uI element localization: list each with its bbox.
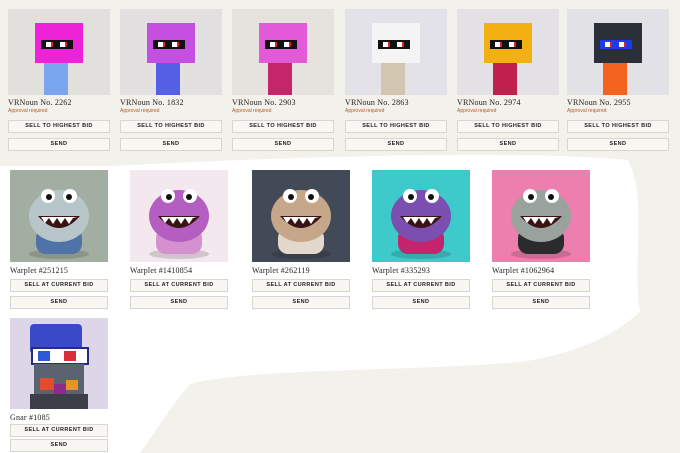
nft-name: Warplet #1410854 — [130, 266, 193, 275]
send-button[interactable]: SEND — [10, 296, 108, 309]
nft-card: Warplet #1062964 SELL AT CURRENT BID SEND — [492, 170, 590, 309]
sell-to-highest-bid-button[interactable]: SELL TO HIGHEST BID — [457, 120, 559, 133]
nft-name: VRNoun No. 1832 — [120, 98, 184, 107]
nft-name: VRNoun No. 2974 — [457, 98, 521, 107]
sell-to-highest-bid-button[interactable]: SELL TO HIGHEST BID — [120, 120, 222, 133]
nft-card: VRNoun No. 2974 Approval required SELL TO … — [457, 9, 559, 151]
sell-at-current-bid-button[interactable]: SELL AT CURRENT BID — [10, 424, 108, 437]
send-button[interactable]: SEND — [372, 296, 470, 309]
send-button[interactable]: SEND — [232, 138, 334, 151]
send-button[interactable]: SEND — [130, 296, 228, 309]
nft-name: VRNoun No. 2903 — [232, 98, 296, 107]
sell-at-current-bid-button[interactable]: SELL AT CURRENT BID — [252, 279, 350, 292]
nft-thumbnail[interactable] — [372, 170, 470, 262]
nft-card: Warplet #251215 SELL AT CURRENT BID SEND — [10, 170, 108, 309]
approval-status: Approval required — [120, 108, 160, 114]
nft-card: VRNoun No. 2903 Approval required SELL TO … — [232, 9, 334, 151]
approval-status: Approval required — [232, 108, 272, 114]
sell-at-current-bid-button[interactable]: SELL AT CURRENT BID — [130, 279, 228, 292]
sell-at-current-bid-button[interactable]: SELL AT CURRENT BID — [492, 279, 590, 292]
send-button[interactable]: SEND — [345, 138, 447, 151]
nft-name: VRNoun No. 2955 — [567, 98, 631, 107]
sell-to-highest-bid-button[interactable]: SELL TO HIGHEST BID — [345, 120, 447, 133]
approval-status: Approval required — [457, 108, 497, 114]
nft-card: Warplet #262119 SELL AT CURRENT BID SEND — [252, 170, 350, 309]
sell-at-current-bid-button[interactable]: SELL AT CURRENT BID — [372, 279, 470, 292]
nft-name: VRNoun No. 2863 — [345, 98, 409, 107]
nft-thumbnail[interactable] — [492, 170, 590, 262]
nft-name: Gnar #1085 — [10, 413, 50, 422]
nft-thumbnail[interactable] — [8, 9, 110, 95]
nft-name: Warplet #1062964 — [492, 266, 555, 275]
approval-status: Approval required — [567, 108, 607, 114]
nft-name: Warplet #262119 — [252, 266, 310, 275]
nft-thumbnail[interactable] — [10, 170, 108, 262]
nft-card: VRNoun No. 2955 Approval required SELL TO … — [567, 9, 669, 151]
nft-name: Warplet #251215 — [10, 266, 69, 275]
approval-status: Approval required — [345, 108, 385, 114]
nft-card: VRNoun No. 1832 Approval required SELL TO … — [120, 9, 222, 151]
approval-status: Approval required — [8, 108, 48, 114]
sell-to-highest-bid-button[interactable]: SELL TO HIGHEST BID — [232, 120, 334, 133]
nft-thumbnail[interactable] — [120, 9, 222, 95]
send-button[interactable]: SEND — [120, 138, 222, 151]
send-button[interactable]: SEND — [457, 138, 559, 151]
sell-at-current-bid-button[interactable]: SELL AT CURRENT BID — [10, 279, 108, 292]
nft-card: VRNoun No. 2863 Approval required SELL TO … — [345, 9, 447, 151]
nft-card: Warplet #335293 SELL AT CURRENT BID SEND — [372, 170, 470, 309]
nft-name: Warplet #335293 — [372, 266, 431, 275]
nft-thumbnail[interactable] — [252, 170, 350, 262]
nft-card: Gnar #1085 SELL AT CURRENT BID SEND — [10, 318, 108, 452]
send-button[interactable]: SEND — [252, 296, 350, 309]
send-button[interactable]: SEND — [492, 296, 590, 309]
sell-to-highest-bid-button[interactable]: SELL TO HIGHEST BID — [8, 120, 110, 133]
send-button[interactable]: SEND — [567, 138, 669, 151]
nft-thumbnail[interactable] — [567, 9, 669, 95]
nft-thumbnail[interactable] — [232, 9, 334, 95]
nft-card: Warplet #1410854 SELL AT CURRENT BID SEND — [130, 170, 228, 309]
nft-card: VRNoun No. 2262 Approval required SELL TO … — [8, 9, 110, 151]
send-button[interactable]: SEND — [10, 439, 108, 452]
nft-thumbnail[interactable] — [10, 318, 108, 409]
nft-name: VRNoun No. 2262 — [8, 98, 72, 107]
send-button[interactable]: SEND — [8, 138, 110, 151]
nft-thumbnail[interactable] — [345, 9, 447, 95]
sell-to-highest-bid-button[interactable]: SELL TO HIGHEST BID — [567, 120, 669, 133]
nft-thumbnail[interactable] — [130, 170, 228, 262]
nft-thumbnail[interactable] — [457, 9, 559, 95]
